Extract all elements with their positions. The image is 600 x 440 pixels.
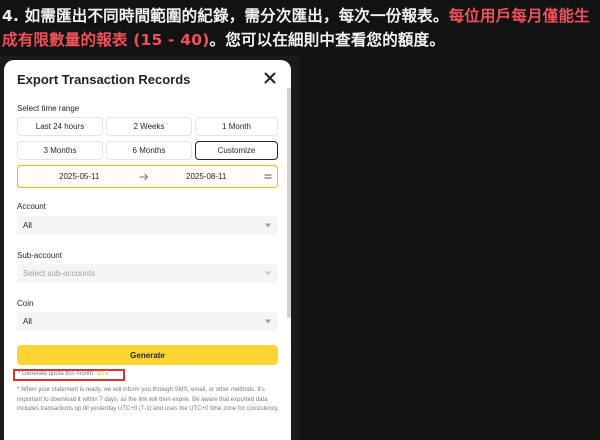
quota-line: * Generate quota this month: 1/15: [18, 371, 108, 377]
coin-label: Coin: [17, 299, 34, 308]
generate-button[interactable]: Generate: [17, 345, 278, 365]
export-note: * When your statement is ready, we will …: [17, 387, 280, 413]
coin-select[interactable]: All: [17, 312, 278, 331]
range-chip-3-months[interactable]: 3 Months: [17, 141, 103, 160]
coin-value: All: [23, 317, 32, 326]
account-select[interactable]: All: [17, 216, 278, 235]
export-records-modal: Export Transaction Records Select time r…: [4, 60, 291, 440]
chevron-down-icon: [265, 319, 271, 324]
tutorial-caption: 4. 如需匯出不同時間範圍的紀錄，需分次匯出，每次一份報表。每位用戶每月僅能生成…: [2, 4, 598, 52]
date-from[interactable]: 2025-05-11: [59, 172, 99, 181]
quota-text: * Generate quota this month:: [18, 371, 95, 377]
date-range-picker[interactable]: 2025-05-11 2025-08-11: [17, 165, 278, 188]
range-chip-customize[interactable]: Customize: [195, 141, 278, 160]
range-chip-last-24-hours[interactable]: Last 24 hours: [17, 117, 103, 136]
range-chip-6-months[interactable]: 6 Months: [106, 141, 192, 160]
modal-title: Export Transaction Records: [17, 72, 191, 87]
modal-scrollbar[interactable]: [287, 88, 291, 318]
caption-suffix: 。您可以在細則中查看您的額度。: [209, 31, 446, 49]
quota-value: 1/15: [96, 371, 109, 377]
subaccount-select[interactable]: Select sub-accounts: [17, 264, 278, 283]
date-to[interactable]: 2025-08-11: [186, 172, 226, 181]
calendar-icon[interactable]: [264, 173, 272, 180]
arrow-right-icon: [139, 173, 149, 181]
subaccount-placeholder: Select sub-accounts: [23, 269, 96, 278]
chevron-down-icon: [265, 223, 271, 228]
chevron-down-icon: [265, 271, 271, 276]
close-icon[interactable]: [262, 70, 278, 86]
account-label: Account: [17, 202, 46, 211]
subaccount-label: Sub-account: [17, 251, 62, 260]
caption-prefix: 4. 如需匯出不同時間範圍的紀錄，需分次匯出，每次一份報表。: [2, 7, 449, 25]
range-chip-1-month[interactable]: 1 Month: [195, 117, 278, 136]
range-chip-2-weeks[interactable]: 2 Weeks: [106, 117, 192, 136]
account-value: All: [23, 221, 32, 230]
time-range-label: Select time range: [17, 104, 80, 113]
